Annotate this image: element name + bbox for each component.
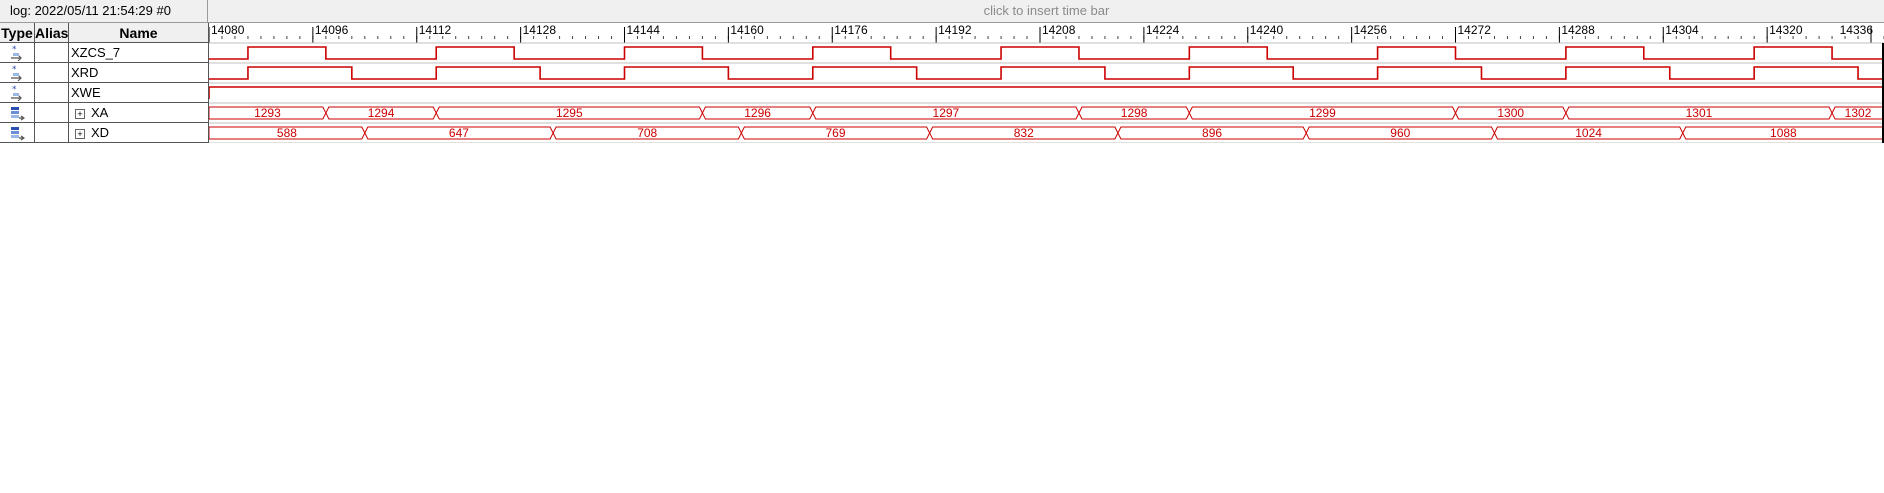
signal-row[interactable]: + XD (0, 123, 209, 143)
signal-name: XA (91, 105, 109, 120)
column-header-name[interactable]: Name (69, 23, 209, 43)
top-bar: log: 2022/05/11 21:54:29 #0 click to ins… (0, 0, 1884, 23)
tick-label: 14128 (523, 23, 557, 37)
tick-label: 14240 (1250, 23, 1284, 37)
expand-icon[interactable]: + (75, 128, 85, 139)
signal-name-cell[interactable]: + XD (69, 123, 209, 143)
signal-name: XZCS_7 (71, 45, 121, 60)
bit-signal-icon: * (0, 83, 35, 103)
tick-label: 14256 (1354, 23, 1388, 37)
tick-label: 14288 (1561, 23, 1595, 37)
bus-value-label: 708 (637, 126, 657, 140)
expand-icon[interactable]: + (75, 108, 85, 119)
bus-value-label: 1293 (254, 106, 281, 120)
tick-label: 14096 (315, 23, 349, 37)
tick-label: 14208 (1042, 23, 1076, 37)
bus-value-label: 1297 (933, 106, 960, 120)
column-header-type[interactable]: Type (0, 23, 35, 43)
bus-value-label: 1294 (368, 106, 395, 120)
signal-name-cell[interactable]: XWE (69, 83, 209, 103)
signal-name: XWE (71, 85, 101, 100)
signal-name-cell[interactable]: XRD (69, 63, 209, 83)
bus-value-label: 647 (449, 126, 469, 140)
tick-label: 14224 (1146, 23, 1180, 37)
bus-value-label: 1088 (1770, 126, 1797, 140)
bit-waveform (209, 86, 1884, 99)
bus-value-label: 1295 (556, 106, 583, 120)
bus-value-label: 1298 (1121, 106, 1148, 120)
signal-row[interactable]: * XRD (0, 63, 209, 83)
bus-value-label: 1024 (1575, 126, 1602, 140)
signal-name: XRD (71, 65, 99, 80)
alias-cell[interactable] (35, 123, 69, 143)
alias-cell[interactable] (35, 103, 69, 123)
bit-waveform (209, 66, 1884, 80)
column-header-alias[interactable]: Alias (35, 23, 69, 43)
bus-value-label: 1299 (1309, 106, 1336, 120)
bit-signal-icon: * (0, 43, 35, 63)
tick-label: 14272 (1458, 23, 1492, 37)
bus-value-label: 832 (1014, 126, 1034, 140)
bus-value-label: 1300 (1497, 106, 1524, 120)
bus-signal-icon (0, 103, 35, 123)
bus-value-label: 1302 (1845, 106, 1872, 120)
tick-label: 14176 (834, 23, 868, 37)
insert-time-bar[interactable]: click to insert time bar (209, 0, 1884, 22)
bus-value-label: 1301 (1686, 106, 1713, 120)
alias-cell[interactable] (35, 43, 69, 63)
log-info: log: 2022/05/11 21:54:29 #0 (0, 0, 208, 22)
tick-label: 14160 (730, 23, 764, 37)
waveform-panel[interactable]: 14080 14096 14112 14128 14144 14160 14176 14192… (209, 23, 1884, 143)
signal-name-cell[interactable]: XZCS_7 (69, 43, 209, 63)
bus-value-label: 588 (277, 126, 297, 140)
tick-label: 14080 (211, 23, 245, 37)
bus-value-label: 769 (825, 126, 845, 140)
alias-cell[interactable] (35, 63, 69, 83)
bit-waveform (209, 46, 1884, 60)
bus-value-label: 896 (1202, 126, 1222, 140)
signal-name: XD (91, 125, 110, 140)
signal-row[interactable]: * XWE (0, 83, 209, 103)
signal-row[interactable]: * XZCS_7 (0, 43, 209, 63)
bus-value-label: 1296 (744, 106, 771, 120)
tick-label: 14336 (1840, 23, 1874, 37)
signal-name-cell[interactable]: + XA (69, 103, 209, 123)
tick-label: 14192 (938, 23, 972, 37)
tick-label: 14320 (1769, 23, 1803, 37)
tick-label: 14304 (1665, 23, 1699, 37)
signal-row[interactable]: + XA (0, 103, 209, 123)
bit-signal-icon: * (0, 63, 35, 83)
alias-cell[interactable] (35, 83, 69, 103)
bus-signal-icon (0, 123, 35, 143)
bus-value-label: 960 (1390, 126, 1410, 140)
tick-label: 14144 (627, 23, 661, 37)
tick-label: 14112 (419, 23, 452, 37)
